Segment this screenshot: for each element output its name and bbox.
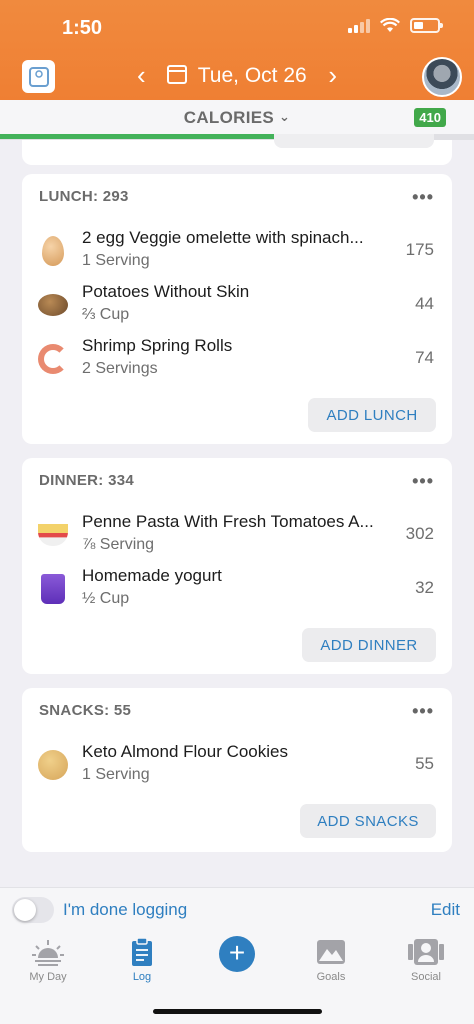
app-header: 1:50 ‹ Tue, Oct 26 › xyxy=(0,0,474,100)
calories-progress-fill xyxy=(0,134,280,139)
food-quantity: 2 Servings xyxy=(82,360,158,377)
food-name: Potatoes Without Skin xyxy=(82,282,250,301)
tab-social[interactable]: Social xyxy=(391,937,461,983)
user-avatar[interactable] xyxy=(422,57,462,97)
food-row[interactable]: Shrimp Spring Rolls 2 Servings 74 xyxy=(22,336,452,384)
status-icons xyxy=(348,18,443,33)
shrimp-icon xyxy=(38,344,68,374)
cellular-signal-icon xyxy=(348,18,370,33)
food-calories: 55 xyxy=(415,754,434,773)
calories-remaining-badge: 410 xyxy=(414,108,446,127)
tab-label: Social xyxy=(411,971,441,983)
status-time: 1:50 xyxy=(62,17,103,39)
people-icon xyxy=(408,939,444,965)
wifi-icon xyxy=(380,18,400,32)
snacks-title: SNACKS: 55 xyxy=(39,702,132,719)
date-selector[interactable]: Tue, Oct 26 xyxy=(167,63,307,88)
tab-label: My Day xyxy=(29,971,67,983)
lunch-title: LUNCH: 293 xyxy=(39,188,129,205)
food-name: Shrimp Spring Rolls xyxy=(82,336,233,355)
food-name: Penne Pasta With Fresh Tomatoes A... xyxy=(82,512,374,531)
clipboard-icon xyxy=(132,937,152,966)
snacks-more-icon[interactable]: ••• xyxy=(412,701,434,722)
add-dinner-button[interactable]: ADD DINNER xyxy=(302,628,436,662)
breakfast-card-bottom xyxy=(22,134,452,165)
food-calories: 302 xyxy=(405,524,434,543)
done-logging-label: I'm done logging xyxy=(63,900,188,919)
food-quantity: ½ Cup xyxy=(82,590,130,607)
food-calories: 44 xyxy=(415,294,434,313)
food-calories: 32 xyxy=(415,578,434,597)
tab-my-day[interactable]: My Day xyxy=(13,937,83,983)
tab-label: Goals xyxy=(316,971,346,983)
battery-icon xyxy=(410,18,443,33)
dinner-card: DINNER: 334 ••• Penne Pasta With Fresh T… xyxy=(22,458,452,674)
done-logging-toggle[interactable] xyxy=(12,897,54,923)
edit-link[interactable]: Edit xyxy=(431,900,460,920)
calories-label: CALORIES ⌄ xyxy=(183,108,291,127)
tab-goals[interactable]: Goals xyxy=(296,937,366,983)
calendar-icon xyxy=(167,64,188,84)
add-snacks-button[interactable]: ADD SNACKS xyxy=(300,804,436,838)
add-lunch-button[interactable]: ADD LUNCH xyxy=(308,398,436,432)
food-quantity: 1 Serving xyxy=(82,766,150,783)
food-row[interactable]: Homemade yogurt ½ Cup 32 xyxy=(22,566,452,614)
food-row[interactable]: 2 egg Veggie omelette with spinach... 1 … xyxy=(22,228,452,276)
egg-icon xyxy=(42,236,64,266)
food-calories: 74 xyxy=(415,348,434,367)
snacks-card: SNACKS: 55 ••• Keto Almond Flour Cookies… xyxy=(22,688,452,852)
plus-icon: + xyxy=(228,937,246,968)
food-row[interactable]: Keto Almond Flour Cookies 1 Serving 55 xyxy=(22,742,452,790)
mountain-icon xyxy=(317,940,345,964)
tab-label: Log xyxy=(132,971,152,983)
dinner-title: DINNER: 334 xyxy=(39,472,134,489)
done-logging-bar: I'm done logging Edit xyxy=(0,887,474,931)
pasta-bowl-icon xyxy=(38,524,68,546)
current-date: Tue, Oct 26 xyxy=(197,63,307,87)
dinner-more-icon[interactable]: ••• xyxy=(412,471,434,492)
food-quantity: 1 Serving xyxy=(82,252,150,269)
potato-icon xyxy=(38,294,68,316)
add-food-button[interactable]: + xyxy=(219,936,255,972)
chevron-down-icon: ⌄ xyxy=(279,109,291,124)
food-row[interactable]: Penne Pasta With Fresh Tomatoes A... ⅞ S… xyxy=(22,512,452,560)
sunrise-icon xyxy=(32,940,64,966)
lunch-more-icon[interactable]: ••• xyxy=(412,187,434,208)
food-row[interactable]: Potatoes Without Skin ⅔ Cup 44 xyxy=(22,282,452,330)
cookie-icon xyxy=(38,750,68,780)
yogurt-cup-icon xyxy=(41,574,65,604)
date-navigator: ‹ Tue, Oct 26 › xyxy=(0,60,474,91)
previous-day-chevron-icon[interactable]: ‹ xyxy=(127,60,155,91)
food-name: Keto Almond Flour Cookies xyxy=(82,742,288,761)
food-calories: 175 xyxy=(405,240,434,259)
food-quantity: ⅞ Serving xyxy=(82,536,155,553)
lunch-card: LUNCH: 293 ••• 2 egg Veggie omelette wit… xyxy=(22,174,452,444)
add-breakfast-button-partial[interactable] xyxy=(274,134,434,148)
food-quantity: ⅔ Cup xyxy=(82,306,130,323)
food-name: 2 egg Veggie omelette with spinach... xyxy=(82,228,364,247)
next-day-chevron-icon[interactable]: › xyxy=(319,60,347,91)
home-indicator xyxy=(153,1009,322,1014)
tab-log[interactable]: Log xyxy=(107,937,177,983)
food-name: Homemade yogurt xyxy=(82,566,222,585)
